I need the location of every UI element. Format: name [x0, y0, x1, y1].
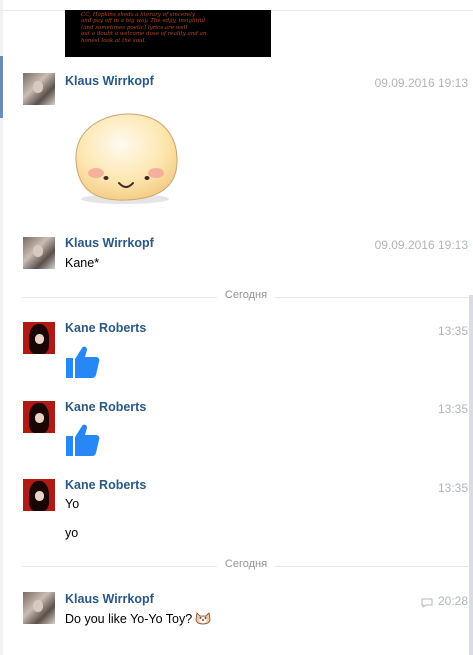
message-author[interactable]: Kane Roberts: [65, 321, 146, 335]
message-author[interactable]: Kane Roberts: [65, 400, 146, 414]
message-text: Kane*: [65, 256, 100, 270]
chat-history: CC, Hopkins sheds a literary of sincerel…: [0, 0, 473, 655]
message-time[interactable]: 13:35: [438, 481, 468, 495]
message-time[interactable]: 09.09.2016 19:13: [375, 76, 468, 90]
message-text-content: Do you like Yo-Yo Toy?: [65, 612, 193, 626]
message-time[interactable]: 13:35: [438, 402, 468, 416]
message-time[interactable]: 09.09.2016 19:13: [375, 238, 468, 252]
smiling-bun-sticker: [75, 113, 178, 204]
message-time[interactable]: 13:35: [438, 324, 468, 338]
message-author[interactable]: Kane Roberts: [65, 478, 146, 492]
attached-photo[interactable]: CC, Hopkins sheds a literary of sincerel…: [65, 10, 271, 57]
date-divider: Сегодня: [22, 558, 470, 570]
selected-message-indicator: [0, 56, 3, 118]
message-author[interactable]: Klaus Wirrkopf: [65, 592, 154, 606]
avatar[interactable]: [23, 479, 55, 511]
avatar[interactable]: [23, 592, 55, 624]
avatar[interactable]: [23, 401, 55, 433]
dog-emoji-icon: [195, 612, 211, 625]
message-time[interactable]: 20:28: [438, 594, 468, 608]
thumbs-up-icon: [66, 346, 100, 378]
photo-caption-text: CC, Hopkins sheds a literary of sincerel…: [81, 12, 207, 44]
date-divider: Сегодня: [22, 289, 470, 301]
message-text: Do you like Yo-Yo Toy?: [65, 611, 211, 626]
message-author[interactable]: Klaus Wirrkopf: [65, 236, 154, 250]
message-text: yo: [65, 526, 79, 540]
avatar[interactable]: [23, 322, 55, 354]
date-divider-label: Сегодня: [216, 289, 276, 301]
avatar[interactable]: [23, 73, 55, 105]
thumbs-up-icon: [66, 424, 100, 456]
message-text: Yo: [65, 497, 80, 511]
avatar[interactable]: [23, 237, 55, 269]
scrollbar[interactable]: [469, 295, 473, 655]
date-divider-label: Сегодня: [216, 558, 276, 570]
reply-icon[interactable]: [421, 598, 433, 608]
message-author[interactable]: Klaus Wirrkopf: [65, 74, 154, 88]
